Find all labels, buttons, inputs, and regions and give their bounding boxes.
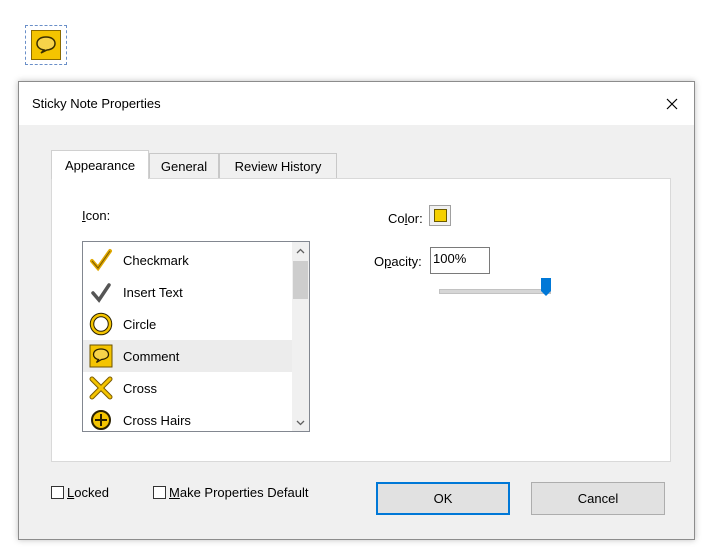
scroll-down-button[interactable] [292, 414, 309, 431]
list-item-label: Cross Hairs [123, 412, 191, 428]
make-properties-default-checkbox[interactable]: Make Properties Default [153, 485, 308, 500]
checkbox-box [51, 486, 64, 499]
chevron-up-icon [296, 248, 305, 253]
checkbox-box [153, 486, 166, 499]
sticky-note-annotation[interactable] [25, 25, 67, 65]
listbox-scrollbar[interactable] [292, 242, 309, 431]
comment-icon [31, 30, 61, 60]
list-item-label: Checkmark [123, 252, 189, 268]
circle-icon [89, 312, 113, 336]
close-icon [666, 98, 678, 109]
icon-label: Icon: [82, 208, 111, 223]
list-item[interactable]: Comment [83, 340, 293, 372]
opacity-label: Opacity: [374, 254, 422, 269]
appearance-panel: Icon: Checkmark Insert Text Circle Comme… [51, 178, 671, 462]
title-bar: Sticky Note Properties [19, 82, 694, 125]
scroll-up-button[interactable] [292, 242, 309, 259]
list-item[interactable]: Circle [83, 308, 293, 340]
list-item[interactable]: Cross [83, 372, 293, 404]
close-button[interactable] [650, 82, 694, 125]
sticky-note-properties-dialog: Sticky Note Properties Appearance Genera… [18, 81, 695, 540]
insert-text-icon [89, 280, 113, 304]
make-default-label: Make Properties Default [169, 485, 309, 500]
list-item[interactable]: Cross Hairs [83, 404, 293, 431]
color-picker-button[interactable] [429, 205, 451, 226]
cross-hairs-icon [89, 408, 113, 431]
tab-general[interactable]: General [149, 153, 219, 178]
locked-label: Locked [67, 485, 109, 500]
tab-appearance[interactable]: Appearance [51, 150, 149, 179]
list-item-label: Insert Text [123, 284, 183, 300]
ok-button[interactable]: OK [376, 482, 510, 515]
dialog-title: Sticky Note Properties [32, 96, 161, 111]
opacity-input[interactable]: 100% [430, 247, 490, 274]
list-item-label: Comment [123, 348, 180, 364]
icon-listbox[interactable]: Checkmark Insert Text Circle Comment Cro… [82, 241, 310, 432]
color-label: Color: [388, 211, 423, 226]
locked-checkbox[interactable]: Locked [51, 485, 109, 500]
opacity-slider-track[interactable] [439, 289, 551, 294]
list-item-label: Circle [123, 316, 157, 332]
chevron-down-icon [296, 420, 305, 425]
scroll-thumb[interactable] [293, 261, 308, 299]
cancel-button[interactable]: Cancel [531, 482, 665, 515]
opacity-slider-thumb[interactable] [541, 278, 551, 296]
list-item[interactable]: Checkmark [83, 244, 293, 276]
list-item-label: Cross [123, 380, 157, 396]
cross-icon [89, 376, 113, 400]
checkmark-icon [89, 248, 113, 272]
list-item[interactable]: Insert Text [83, 276, 293, 308]
comment-icon [89, 344, 113, 368]
tab-review-history[interactable]: Review History [219, 153, 337, 178]
color-swatch-fill [433, 209, 447, 222]
